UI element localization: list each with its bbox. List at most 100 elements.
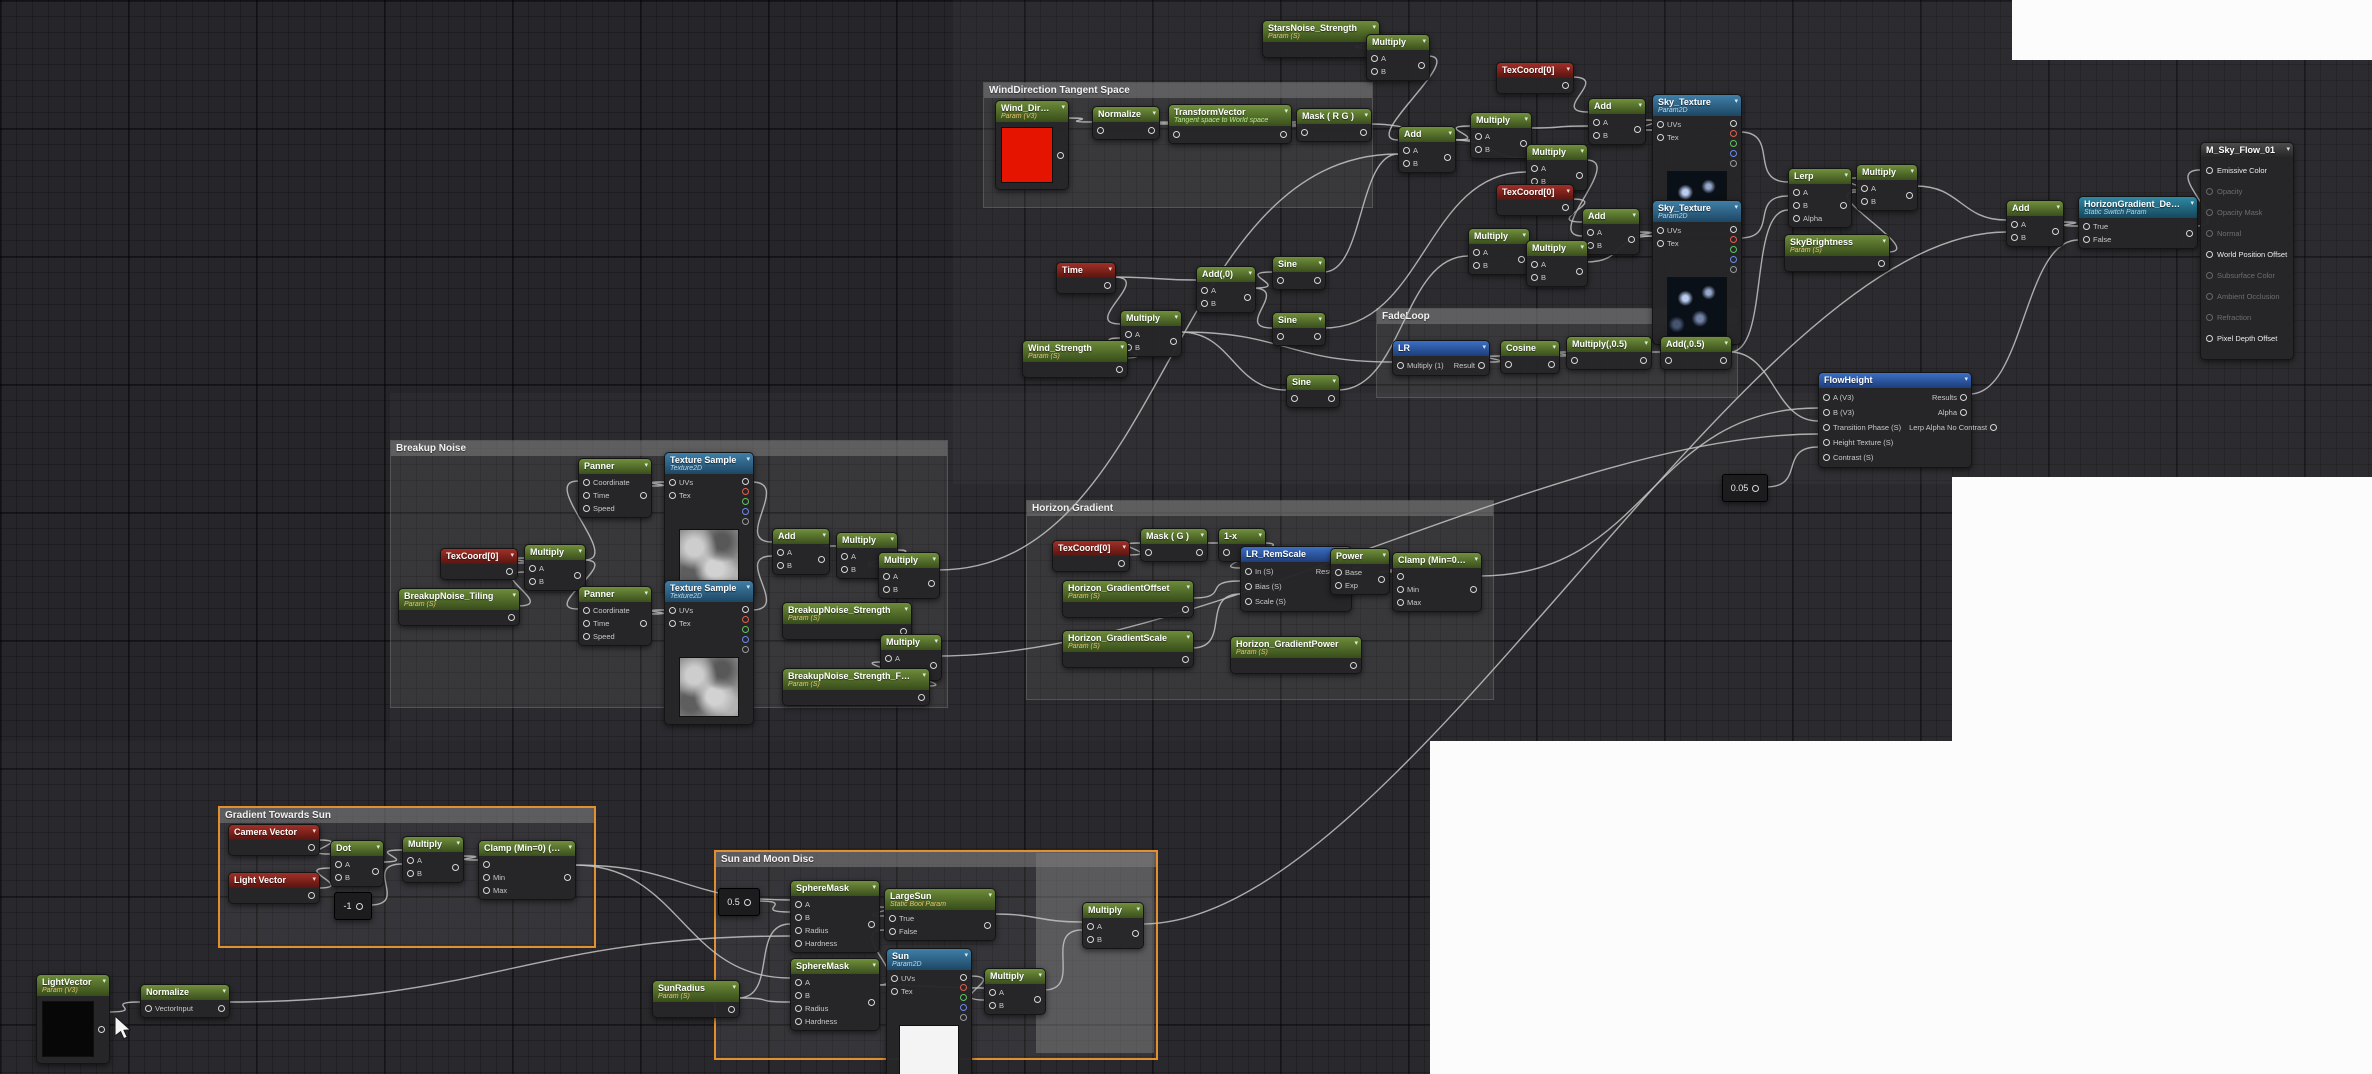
input-pin[interactable] [1823,454,1830,461]
input-pin[interactable] [2206,251,2213,258]
output-pin[interactable] [1350,662,1357,669]
node-light-vector-sun[interactable]: Light Vector▾ [228,872,320,904]
node-header[interactable]: StarsNoise_StrengthParam (S)▾ [1263,21,1379,42]
output-pin[interactable] [1328,395,1335,402]
input-pin[interactable] [2206,188,2213,195]
input-pin[interactable] [1097,127,1104,134]
output-pin[interactable] [308,844,315,851]
node-header[interactable]: Multiply▾ [525,545,585,560]
node-header[interactable]: Wind_DirectionParam (V3)▾ [996,101,1068,122]
output-pin-b[interactable] [742,636,749,643]
node-lr[interactable]: LR▾Multiply (1)Result [1392,340,1490,376]
output-pin[interactable] [640,620,647,627]
input-pin[interactable] [1473,262,1480,269]
input-pin[interactable] [1793,202,1800,209]
node-panner-2[interactable]: Panner▾CoordinateTimeSpeed [578,586,652,646]
node-breakup-strength-fade[interactable]: BreakupNoise_Strength_FadeParam (S)▾ [782,668,930,706]
input-pin[interactable] [1371,55,1378,62]
node-sphere-mask-2[interactable]: SphereMask▾ABRadiusHardness [790,958,880,1031]
output-pin-b[interactable] [1730,150,1737,157]
node-header[interactable]: TransformVectorTangent space to World sp… [1169,105,1291,126]
output-pin[interactable] [1562,82,1569,89]
node-multiply-breakup-2[interactable]: Multiply▾AB [878,552,940,599]
node-horizon-gradient-power[interactable]: Horizon_GradientPowerParam (S)▾ [1230,636,1362,674]
node-add-final[interactable]: Add▾AB [2006,200,2064,247]
input-pin[interactable] [989,989,996,996]
node-sky-brightness[interactable]: SkyBrightnessParam (S)▾ [1784,234,1890,272]
node-header[interactable]: Multiply▾ [985,969,1045,984]
node-header[interactable]: Horizon_GradientScaleParam (S)▾ [1063,631,1193,652]
node-header[interactable]: Time▾ [1057,263,1115,278]
input-pin[interactable] [1823,439,1830,446]
output-pin-b[interactable] [1730,256,1737,263]
node-horizon-gradient-offset[interactable]: Horizon_GradientOffsetParam (S)▾ [1062,580,1194,618]
input-pin[interactable] [1087,923,1094,930]
output-pin[interactable] [744,899,751,906]
node-header[interactable]: Horizon_GradientPowerParam (S)▾ [1231,637,1361,658]
node-header[interactable]: Add(,0.5)▾ [1661,337,1731,352]
node-header[interactable]: SkyBrightnessParam (S)▾ [1785,235,1889,256]
input-pin[interactable] [883,573,890,580]
input-pin[interactable] [1531,261,1538,268]
node-header[interactable]: Sine▾ [1287,375,1339,390]
node-header[interactable]: Add▾ [773,529,829,544]
comment-header[interactable]: Gradient Towards Sun [220,808,594,823]
input-pin[interactable] [2206,230,2213,237]
node-header[interactable]: Multiply▾ [1527,241,1587,256]
output-pin-g[interactable] [742,498,749,505]
input-pin[interactable] [583,620,590,627]
node-lerp-sky[interactable]: Lerp▾ABAlpha [1788,168,1852,228]
node-header[interactable]: Multiply▾ [879,553,939,568]
input-pin[interactable] [2083,223,2090,230]
node-header[interactable]: TexCoord[0]▾ [1497,185,1573,200]
input-pin[interactable] [841,553,848,560]
input-pin[interactable] [795,992,802,999]
node-multiply-sun-2[interactable]: Multiply▾AB [1082,902,1144,949]
output-pin[interactable] [1720,357,1727,364]
output-pin[interactable] [1960,394,1967,401]
output-pin-r[interactable] [742,488,749,495]
node-sine-3[interactable]: Sine▾ [1286,374,1340,408]
node-stars-noise-strength[interactable]: StarsNoise_StrengthParam (S)▾ [1262,20,1380,58]
node-const-005[interactable]: 0.05 [1722,474,1768,502]
input-pin[interactable] [1403,147,1410,154]
input-pin[interactable] [1473,249,1480,256]
output-pin[interactable] [356,903,363,910]
node-header[interactable]: Multiply▾ [1469,229,1529,244]
node-sine-2[interactable]: Sine▾ [1272,312,1326,346]
node-texcoord-breakup[interactable]: TexCoord[0]▾ [440,548,518,580]
node-camera-vector[interactable]: Camera Vector▾ [228,824,320,856]
node-sphere-mask-1[interactable]: SphereMask▾ABRadiusHardness [790,880,880,953]
output-pin[interactable] [984,922,991,929]
node-dot[interactable]: Dot▾AB [330,840,384,887]
node-const-neg1[interactable]: -1 [334,892,372,920]
node-header[interactable]: SunRadiusParam (S)▾ [653,981,739,1002]
comment-header[interactable]: Sun and Moon Disc [716,852,1156,867]
output-pin[interactable] [2052,228,2059,235]
output-pin[interactable] [506,568,513,575]
output-pin[interactable] [1057,152,1064,159]
output-pin[interactable] [1182,656,1189,663]
output-pin-rgb[interactable] [742,478,749,485]
output-pin[interactable] [728,1006,735,1013]
node-header[interactable]: BreakupNoise_Strength_FadeParam (S)▾ [783,669,929,690]
node-header[interactable]: HorizonGradient_DebugStatic Switch Param… [2079,197,2197,218]
input-pin[interactable] [1173,131,1180,138]
node-header[interactable]: Wind_StrengthParam (S)▾ [1023,341,1127,362]
node-header[interactable]: BreakupNoise_StrengthParam (S)▾ [783,603,911,624]
input-pin[interactable] [1277,333,1284,340]
input-pin[interactable] [1657,134,1664,141]
input-pin[interactable] [1145,549,1152,556]
output-pin[interactable] [1548,361,1555,368]
node-horizon-gradient-scale[interactable]: Horizon_GradientScaleParam (S)▾ [1062,630,1194,668]
graph-canvas[interactable]: WindDirection Tangent SpaceFadeLoopBreak… [0,0,2372,1074]
output-pin-g[interactable] [1730,246,1737,253]
node-header[interactable]: SphereMask▾ [791,881,879,896]
node-header[interactable]: Multiply▾ [1083,903,1143,918]
output-pin[interactable] [1132,930,1139,937]
input-pin[interactable] [885,655,892,662]
node-header[interactable]: Multiply▾ [403,837,463,852]
node-time[interactable]: Time▾ [1056,262,1116,294]
input-pin[interactable] [2206,293,2213,300]
node-multiply-half[interactable]: Multiply(,0.5)▾ [1566,336,1652,370]
